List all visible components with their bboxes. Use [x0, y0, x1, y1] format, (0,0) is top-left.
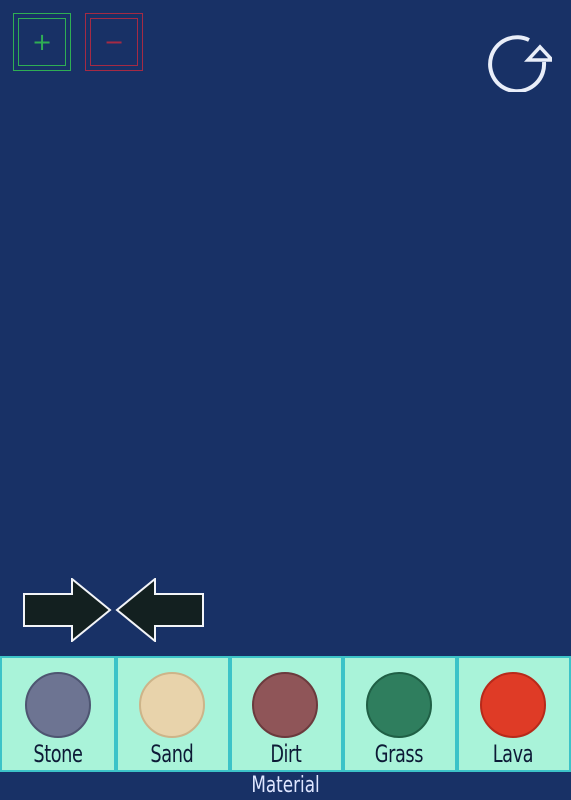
material-label: Lava	[492, 740, 534, 768]
arrow-right-icon	[23, 576, 112, 644]
zoom-out-button[interactable]: −	[85, 13, 143, 71]
move-right-button[interactable]	[22, 576, 112, 644]
reset-button[interactable]	[482, 26, 556, 94]
material-palette: Stone Sand Dirt Grass Lava	[0, 656, 571, 772]
dirt-swatch	[252, 672, 319, 738]
zoom-in-button[interactable]: +	[13, 13, 71, 71]
palette-title: Material	[251, 773, 320, 798]
material-label: Sand	[150, 740, 194, 768]
material-label: Grass	[375, 740, 424, 768]
world-canvas[interactable]	[0, 0, 571, 656]
lava-swatch	[480, 672, 547, 738]
stone-swatch	[24, 672, 91, 738]
material-dirt[interactable]: Dirt	[229, 656, 344, 772]
material-label: Dirt	[269, 740, 302, 768]
arrow-left-icon	[115, 576, 204, 644]
refresh-icon	[488, 35, 556, 94]
material-lava[interactable]: Lava	[457, 656, 571, 772]
minus-icon: −	[103, 28, 125, 56]
material-stone[interactable]: Stone	[0, 656, 116, 772]
material-grass[interactable]: Grass	[343, 656, 458, 772]
move-left-button[interactable]	[115, 576, 205, 644]
material-sand[interactable]: Sand	[115, 656, 230, 772]
plus-icon: +	[31, 28, 53, 56]
sand-swatch	[138, 672, 205, 738]
grass-swatch	[366, 672, 433, 738]
material-label: Stone	[33, 740, 83, 768]
